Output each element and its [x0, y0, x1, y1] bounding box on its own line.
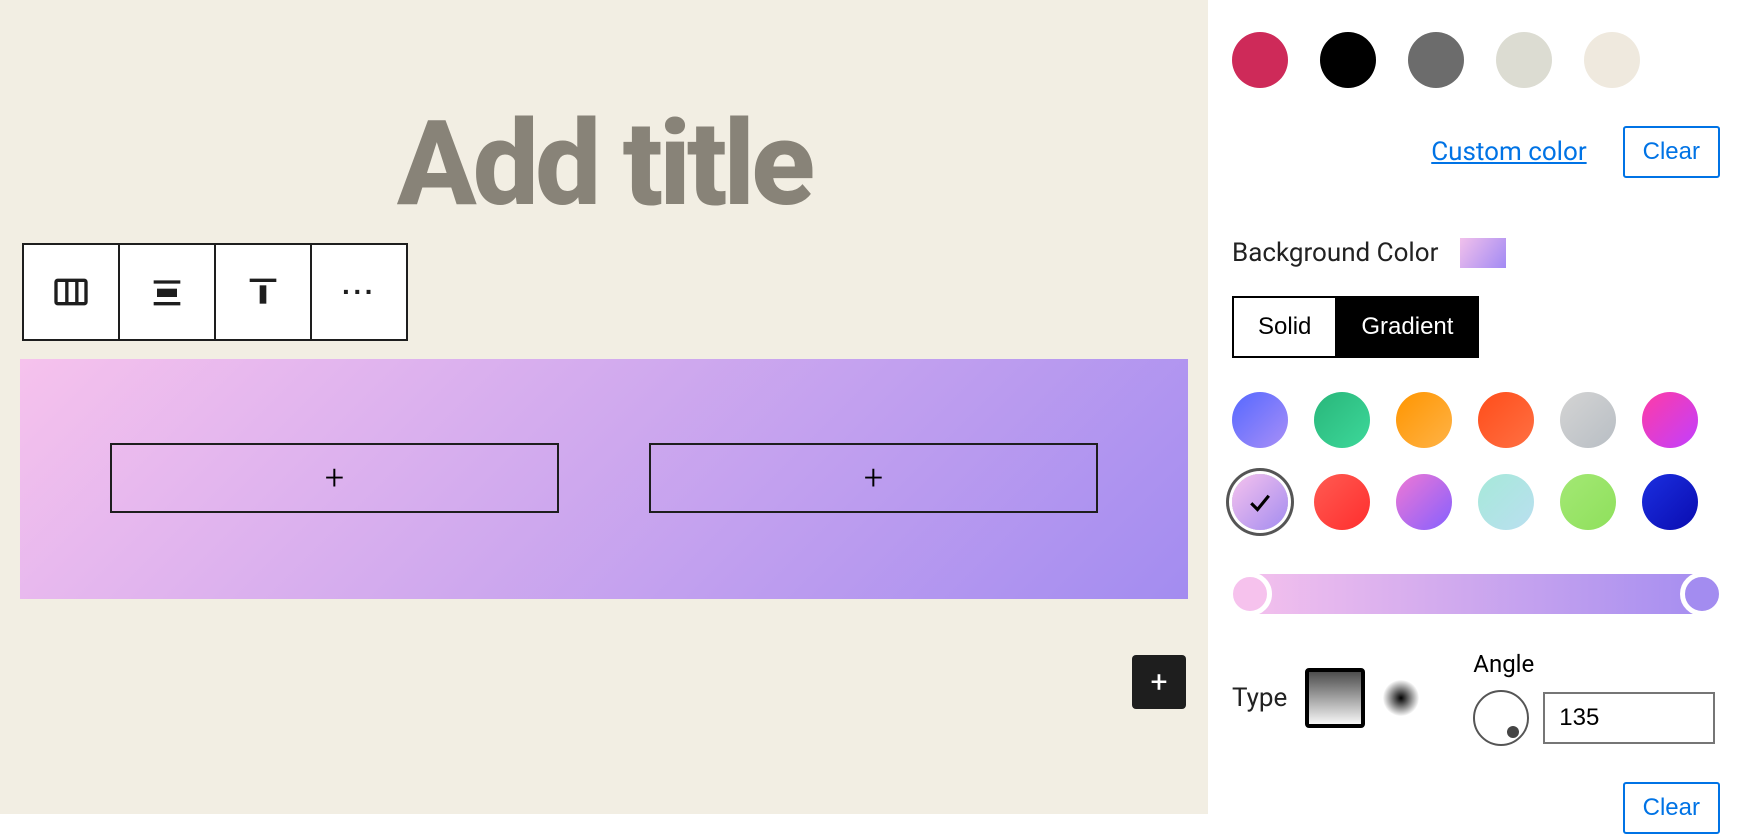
toolbar-align-top[interactable]	[214, 243, 312, 341]
gradient-preset-red[interactable]	[1314, 474, 1370, 530]
columns-block[interactable]: + +	[20, 359, 1188, 599]
column-appender-right[interactable]: +	[649, 443, 1098, 513]
tab-gradient[interactable]: Gradient	[1335, 296, 1479, 358]
text-color-clear-button[interactable]: Clear	[1623, 126, 1720, 178]
tab-solid[interactable]: Solid	[1232, 296, 1335, 358]
settings-sidebar: Custom color Clear Background Color Soli…	[1208, 0, 1742, 814]
columns-icon	[51, 272, 91, 312]
color-swatch-black[interactable]	[1320, 32, 1376, 88]
angle-dial-handle[interactable]	[1507, 726, 1519, 738]
gradient-angle-dial[interactable]	[1473, 690, 1529, 746]
color-type-tabs: Solid Gradient	[1232, 296, 1479, 358]
gradient-type-label: Type	[1232, 683, 1287, 713]
gradient-angle-input[interactable]	[1543, 692, 1715, 744]
post-title-input[interactable]: Add title	[20, 95, 1188, 233]
color-swatch-gray[interactable]	[1408, 32, 1464, 88]
gradient-type-radial[interactable]	[1383, 680, 1419, 716]
gradient-preset-pink-lavender[interactable]	[1232, 474, 1288, 530]
editor-canvas: Add title ··· + +	[0, 0, 1208, 814]
gradient-preset-green[interactable]	[1314, 392, 1370, 448]
background-clear-button[interactable]: Clear	[1623, 782, 1720, 834]
gradient-stop-end[interactable]	[1680, 572, 1724, 616]
toolbar-more-options[interactable]: ···	[310, 243, 408, 341]
gradient-type-linear[interactable]	[1305, 668, 1365, 728]
gradient-preset-orange[interactable]	[1396, 392, 1452, 448]
toolbar-block-type-columns[interactable]	[22, 243, 120, 341]
color-swatch-pink[interactable]	[1232, 32, 1288, 88]
check-icon	[1245, 487, 1275, 517]
column-appender-left[interactable]: +	[110, 443, 559, 513]
gradient-angle-label: Angle	[1473, 650, 1715, 678]
gradient-preset-teal[interactable]	[1478, 474, 1534, 530]
custom-color-link[interactable]: Custom color	[1431, 137, 1586, 167]
gradient-preset-gray[interactable]	[1560, 392, 1616, 448]
align-center-icon	[147, 272, 187, 312]
gradient-editor[interactable]	[1232, 574, 1720, 614]
block-inserter-button[interactable]: +	[1132, 655, 1186, 709]
background-color-label: Background Color	[1232, 238, 1438, 268]
color-swatch-cream[interactable]	[1584, 32, 1640, 88]
gradient-preset-pink-violet[interactable]	[1396, 474, 1452, 530]
gradient-preset-magenta[interactable]	[1642, 392, 1698, 448]
gradient-preset-lime[interactable]	[1560, 474, 1616, 530]
gradient-preset-blue-purple[interactable]	[1232, 392, 1288, 448]
text-color-swatches	[1232, 32, 1720, 88]
gradient-preset-red-orange[interactable]	[1478, 392, 1534, 448]
more-icon: ···	[342, 278, 376, 306]
toolbar-align-center[interactable]	[118, 243, 216, 341]
color-swatch-lightgray[interactable]	[1496, 32, 1552, 88]
block-toolbar: ···	[22, 243, 1188, 341]
gradient-stop-start[interactable]	[1228, 572, 1272, 616]
gradient-preset-deep-blue[interactable]	[1642, 474, 1698, 530]
gradient-bar[interactable]	[1232, 574, 1720, 614]
gradient-presets	[1232, 392, 1720, 530]
align-top-icon	[243, 272, 283, 312]
background-color-indicator[interactable]	[1460, 238, 1506, 268]
